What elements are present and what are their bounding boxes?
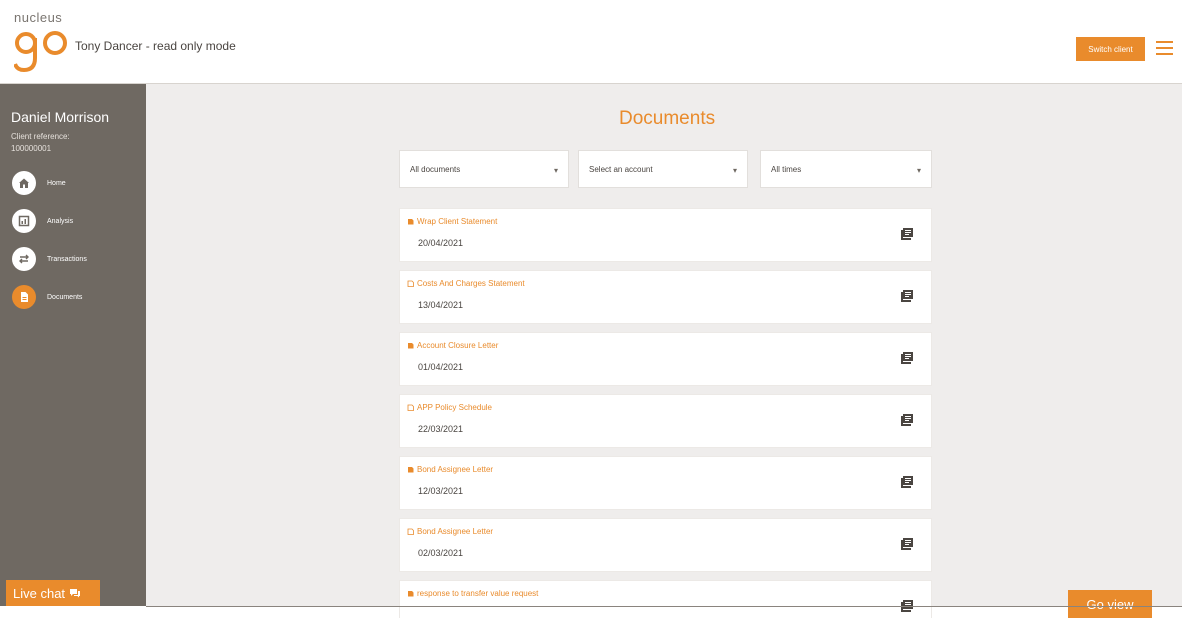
document-type-select[interactable]: All documents ▾ xyxy=(399,150,569,188)
download-document-icon[interactable] xyxy=(900,537,914,551)
top-header: nucleus Tony Dancer - read only mode Swi… xyxy=(0,0,1182,84)
sidebar-item-label: Documents xyxy=(47,293,83,301)
document-card[interactable]: response to transfer value request xyxy=(399,580,932,618)
home-icon xyxy=(12,171,36,195)
sidebar-item-documents[interactable]: Documents xyxy=(12,284,142,310)
unread-indicator-icon xyxy=(408,467,414,473)
unread-indicator-icon xyxy=(408,343,414,349)
document-card[interactable]: Bond Assignee Letter 12/03/2021 xyxy=(399,456,932,510)
go-logo-icon xyxy=(14,31,67,73)
document-title[interactable]: Account Closure Letter xyxy=(417,341,498,350)
divider xyxy=(146,606,1182,607)
logo-small-text: nucleus xyxy=(14,10,63,25)
document-date: 22/03/2021 xyxy=(418,424,464,434)
sidebar-item-label: Transactions xyxy=(47,255,87,263)
download-document-icon[interactable] xyxy=(900,475,914,489)
document-card[interactable]: Account Closure Letter 01/04/2021 xyxy=(399,332,932,386)
read-only-mode-label: Tony Dancer - read only mode xyxy=(75,39,236,53)
chevron-down-icon: ▾ xyxy=(916,166,921,175)
time-range-select[interactable]: All times ▾ xyxy=(760,150,932,188)
document-card[interactable]: APP Policy Schedule 22/03/2021 xyxy=(399,394,932,448)
hamburger-menu-icon[interactable] xyxy=(1156,41,1173,55)
sidebar: Daniel Morrison Client reference: 100000… xyxy=(0,84,146,606)
document-card[interactable]: Wrap Client Statement 20/04/2021 xyxy=(399,208,932,262)
page-title: Documents xyxy=(619,108,716,129)
unread-indicator-icon xyxy=(408,219,414,225)
download-document-icon[interactable] xyxy=(900,227,914,241)
document-card[interactable]: Bond Assignee Letter 02/03/2021 xyxy=(399,518,932,572)
unread-indicator-icon xyxy=(408,591,414,597)
document-date: 13/04/2021 xyxy=(418,300,464,310)
live-chat-label: Live chat xyxy=(13,585,66,601)
document-date: 12/03/2021 xyxy=(418,486,464,496)
document-title[interactable]: APP Policy Schedule xyxy=(417,403,492,412)
documents-main: Documents All documents ▾ Select an acco… xyxy=(146,84,1182,618)
document-title[interactable]: Bond Assignee Letter xyxy=(417,465,493,474)
select-value: All documents xyxy=(410,164,461,174)
select-value: All times xyxy=(771,164,802,174)
document-title[interactable]: Wrap Client Statement xyxy=(417,217,497,226)
chat-bubble-icon xyxy=(70,589,81,598)
go-view-button[interactable]: Go view xyxy=(1068,590,1152,618)
sidebar-item-home[interactable]: Home xyxy=(12,170,142,196)
read-indicator-icon xyxy=(407,528,414,535)
client-reference-value: 100000001 xyxy=(11,144,52,153)
document-title[interactable]: Bond Assignee Letter xyxy=(417,527,493,536)
client-reference-label: Client reference: xyxy=(11,132,70,141)
chevron-down-icon: ▾ xyxy=(553,166,558,175)
switch-client-button[interactable]: Switch client xyxy=(1076,37,1145,61)
transfer-icon xyxy=(12,247,36,271)
document-icon xyxy=(12,285,36,309)
document-date: 20/04/2021 xyxy=(418,238,464,248)
select-value: Select an account xyxy=(589,164,653,174)
sidebar-item-transactions[interactable]: Transactions xyxy=(12,246,142,272)
download-document-icon[interactable] xyxy=(900,289,914,303)
download-document-icon[interactable] xyxy=(900,413,914,427)
chart-icon xyxy=(12,209,36,233)
sidebar-item-label: Analysis xyxy=(47,217,74,225)
sidebar-item-label: Home xyxy=(47,179,66,187)
document-title[interactable]: response to transfer value request xyxy=(417,589,538,598)
app-page: nucleus Tony Dancer - read only mode Swi… xyxy=(0,0,1182,618)
live-chat-button[interactable]: Live chat xyxy=(6,580,100,606)
document-card[interactable]: Costs And Charges Statement 13/04/2021 xyxy=(399,270,932,324)
account-select[interactable]: Select an account ▾ xyxy=(578,150,748,188)
read-indicator-icon xyxy=(407,404,414,411)
client-name: Daniel Morrison xyxy=(11,109,110,125)
download-document-icon[interactable] xyxy=(900,351,914,365)
chevron-down-icon: ▾ xyxy=(732,166,737,175)
document-date: 01/04/2021 xyxy=(418,362,464,372)
nucleus-go-logo[interactable]: nucleus xyxy=(14,10,74,76)
read-indicator-icon xyxy=(407,280,414,287)
document-title[interactable]: Costs And Charges Statement xyxy=(417,279,525,288)
sidebar-item-analysis[interactable]: Analysis xyxy=(12,208,142,234)
document-date: 02/03/2021 xyxy=(418,548,464,558)
